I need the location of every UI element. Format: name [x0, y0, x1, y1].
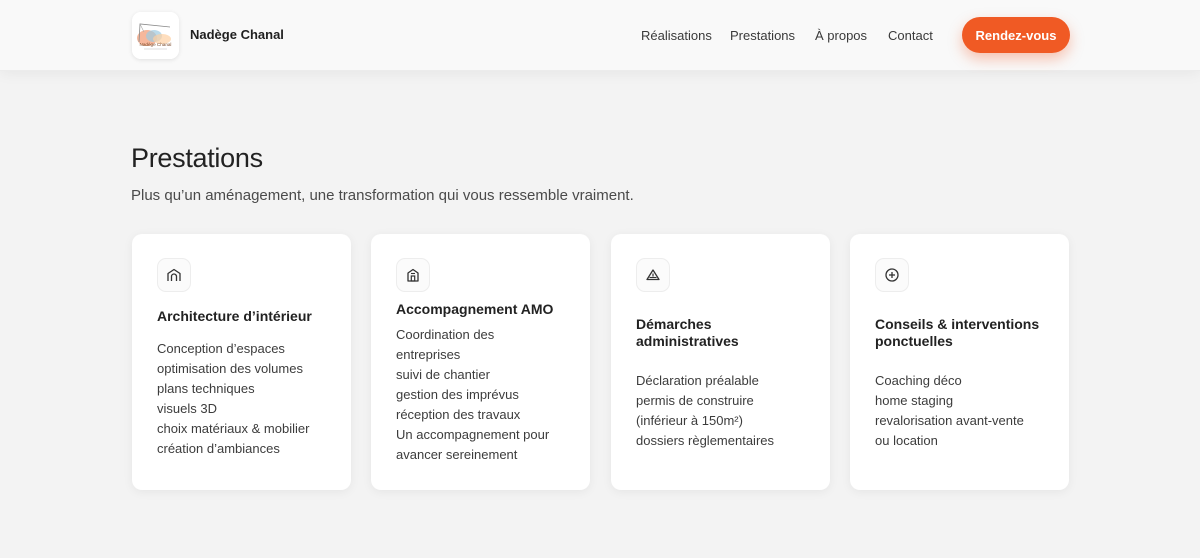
- list-item: optimisation des volumes: [157, 361, 303, 376]
- card-title: Architecture d’intérieur: [157, 308, 312, 324]
- list-item: réception des travaux: [396, 407, 521, 422]
- warning-triangle-icon: [636, 258, 670, 292]
- list-item: Déclaration préalable: [636, 373, 759, 388]
- house-arch-icon: [157, 258, 191, 292]
- page-subtitle: Plus qu’un aménagement, une transformati…: [131, 187, 634, 204]
- list-item: (inférieur à 150m²): [636, 413, 743, 428]
- nav-item-contact[interactable]: Contact: [888, 28, 933, 43]
- list-item: suivi de chantier: [396, 367, 490, 382]
- list-item: plans techniques: [157, 381, 255, 396]
- list-item: permis de construire: [636, 393, 754, 408]
- nav-item-a-propos[interactable]: À propos: [815, 28, 867, 43]
- list-item: Coaching déco: [875, 373, 962, 388]
- list-item: choix matériaux & mobilier: [157, 421, 310, 436]
- service-card-demarches: Démarches administratives Déclaration pr…: [611, 234, 830, 490]
- service-card-amo: Accompagnement AMO Coordination des entr…: [371, 234, 590, 490]
- plus-circle-icon: [875, 258, 909, 292]
- list-item: ou location: [875, 433, 938, 448]
- rendez-vous-button[interactable]: Rendez-vous: [962, 17, 1070, 53]
- card-list: Coordination des entreprises suivi de ch…: [396, 325, 581, 465]
- site-header: Nadège Chanal Nadège Chanal Réalisations…: [0, 0, 1200, 71]
- list-item: Coordination des: [396, 327, 495, 342]
- list-item: gestion des imprévus: [396, 387, 519, 402]
- list-item: Conception d’espaces: [157, 341, 285, 356]
- card-title: Conseils & interventions ponctuelles: [875, 316, 1040, 349]
- list-item: création d’ambiances: [157, 441, 280, 456]
- service-card-conseils: Conseils & interventions ponctuelles Coa…: [850, 234, 1069, 490]
- list-item: visuels 3D: [157, 401, 217, 416]
- card-list: Conception d’espaces optimisation des vo…: [157, 339, 342, 459]
- service-card-architecture: Architecture d’intérieur Conception d’es…: [132, 234, 351, 490]
- card-title: Démarches administratives: [636, 316, 739, 349]
- building-icon: [396, 258, 430, 292]
- card-list: Coaching déco home staging revalorisatio…: [875, 371, 1060, 451]
- list-item: Un accompagnement pour: [396, 427, 550, 442]
- card-title: Accompagnement AMO: [396, 301, 554, 317]
- card-list: Déclaration préalable permis de construi…: [636, 371, 821, 451]
- list-item: avancer sereinement: [396, 447, 518, 462]
- list-item: dossiers règlementaires: [636, 433, 775, 448]
- list-item: entreprises: [396, 347, 461, 362]
- list-item: home staging: [875, 393, 954, 408]
- page-title: Prestations: [131, 143, 263, 173]
- list-item: revalorisation avant-vente: [875, 413, 1024, 428]
- nav-item-prestations[interactable]: Prestations: [730, 28, 795, 43]
- nav-item-realisations[interactable]: Réalisations: [641, 28, 712, 43]
